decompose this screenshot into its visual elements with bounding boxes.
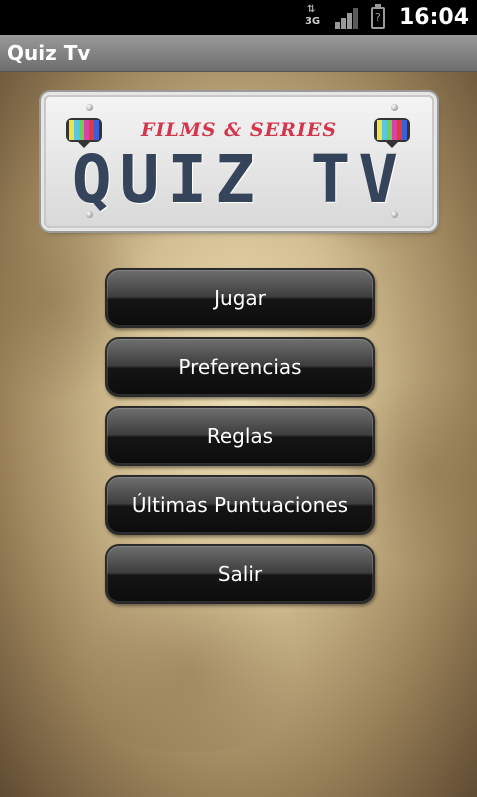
logo-subtitle: FILMS & SERIES — [141, 119, 337, 141]
app-title: Quiz Tv — [7, 41, 91, 65]
latest-scores-button[interactable]: Últimas Puntuaciones — [105, 475, 375, 535]
play-button[interactable]: Jugar — [105, 268, 375, 328]
status-bar: ⇅ 3G ? 16:04 — [0, 0, 477, 35]
mobile-data-icon: ⇅ 3G — [304, 3, 323, 30]
quiz-tv-logo: FILMS & SERIES QUIZ TV — [44, 95, 434, 228]
rules-button[interactable]: Reglas — [105, 406, 375, 466]
data-arrows-icon: ⇅ — [306, 3, 316, 15]
logo-title: QUIZ TV — [71, 141, 407, 218]
exit-button[interactable]: Salir — [105, 544, 375, 604]
main-content: FILMS & SERIES QUIZ TV Jugar Preferencia… — [0, 72, 477, 797]
battery-unknown-icon: ? — [370, 3, 385, 29]
network-type-label: 3G — [304, 15, 321, 27]
main-menu: Jugar Preferencias Reglas Últimas Puntua… — [105, 268, 375, 613]
status-clock: 16:04 — [398, 5, 469, 30]
app-title-bar: Quiz Tv — [0, 35, 477, 72]
signal-strength-icon — [334, 7, 359, 29]
preferences-button[interactable]: Preferencias — [105, 337, 375, 397]
